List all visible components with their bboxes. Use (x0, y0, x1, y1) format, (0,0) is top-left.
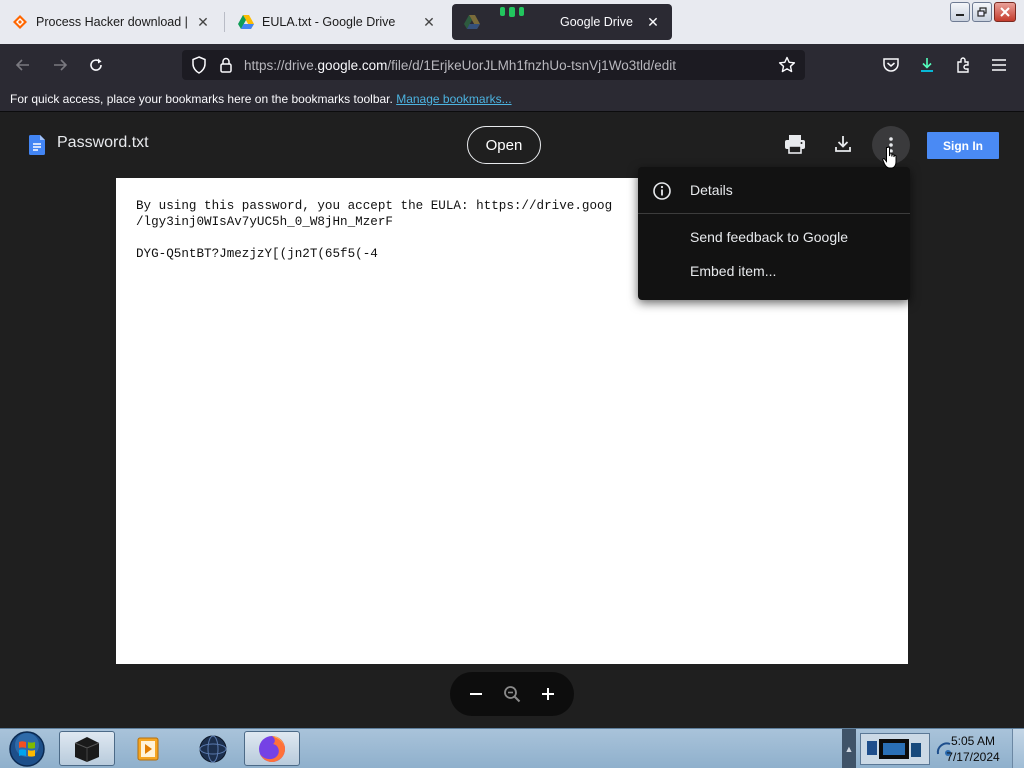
zoom-in-button[interactable] (534, 680, 562, 708)
minus-icon (470, 693, 482, 695)
sign-in-button[interactable]: Sign In (927, 132, 999, 159)
sourceforge-icon (12, 14, 28, 30)
plus-icon (542, 688, 554, 700)
back-arrow-icon (15, 59, 29, 71)
tab-separator (224, 12, 225, 32)
google-drive-icon (238, 14, 254, 30)
media-player-icon (137, 737, 159, 760)
tab-eula[interactable]: EULA.txt - Google Drive ✕ (226, 0, 448, 44)
reload-icon (90, 58, 102, 71)
google-docs-file-icon (29, 135, 45, 155)
extensions-button[interactable] (951, 53, 977, 77)
screen: Process Hacker download | Sou ✕ EULA.txt… (0, 0, 1024, 768)
menu-item-embed[interactable]: Embed item... (638, 254, 910, 288)
url-prefix: https://drive. (244, 57, 318, 73)
menu-item-send-feedback[interactable]: Send feedback to Google (638, 220, 910, 254)
taskbar-app-media-player[interactable] (120, 731, 176, 766)
windows-taskbar: ▲ 5:05 AM 7/17/2024 (0, 728, 1024, 768)
tab-close-icon[interactable]: ✕ (422, 14, 436, 31)
bookmarks-hint-text: For quick access, place your bookmarks h… (10, 92, 393, 106)
restore-button[interactable] (972, 2, 992, 22)
pocket-icon (883, 58, 899, 72)
reload-button[interactable] (83, 53, 109, 77)
hamburger-menu-icon (992, 59, 1006, 71)
puzzle-piece-icon (957, 57, 969, 73)
download-arrow-icon (921, 58, 933, 72)
browser-tab-strip: Process Hacker download | Sou ✕ EULA.txt… (0, 0, 1024, 44)
download-button[interactable] (830, 131, 856, 157)
bookmark-star-icon[interactable] (775, 53, 799, 77)
tab-title: Process Hacker download | Sou (36, 15, 188, 29)
tab-process-hacker[interactable]: Process Hacker download | Sou ✕ (0, 0, 222, 44)
url-domain: google.com (317, 57, 388, 73)
menu-item-label: Embed item... (690, 263, 777, 279)
tab-close-icon[interactable]: ✕ (646, 14, 660, 31)
print-button[interactable] (782, 131, 808, 157)
menu-item-label: Details (690, 182, 733, 198)
hand-pointer-cursor-icon (882, 146, 897, 169)
menu-item-details[interactable]: Details (638, 171, 910, 209)
navigation-toolbar: https://drive.google.com/file/d/1ErjkeUo… (0, 44, 1024, 86)
taskbar-app-globe[interactable] (185, 731, 241, 766)
show-hidden-icons-button[interactable]: ▲ (842, 729, 856, 768)
more-actions-menu: Details Send feedback to Google Embed it… (638, 167, 910, 300)
url-text[interactable]: https://drive.google.com/file/d/1ErjkeUo… (244, 58, 775, 73)
app-menu-button[interactable] (986, 53, 1012, 77)
zoom-out-button[interactable] (462, 680, 490, 708)
clock-time: 5:05 AM (950, 734, 996, 748)
menu-item-label: Send feedback to Google (690, 229, 849, 245)
forward-button[interactable] (47, 53, 73, 77)
windows-start-orb-icon (9, 731, 45, 767)
start-button[interactable] (4, 730, 50, 768)
bookmarks-toolbar: For quick access, place your bookmarks h… (0, 86, 1024, 112)
google-drive-icon (464, 14, 480, 30)
firefox-icon (259, 735, 285, 762)
document-text[interactable]: By using this password, you accept the E… (136, 198, 612, 262)
taskbar-app-terminal[interactable] (59, 731, 115, 766)
show-desktop-button[interactable] (1012, 729, 1024, 768)
zoom-reset-button[interactable] (498, 680, 526, 708)
tab-title: EULA.txt - Google Drive (262, 15, 396, 29)
zoom-controls (450, 672, 574, 716)
tab-google-drive-active[interactable]: Google Drive ✕ (452, 4, 672, 40)
forward-arrow-icon (54, 59, 68, 71)
tab-title: Google Drive (560, 15, 633, 29)
recording-indicator-icon (500, 6, 524, 17)
open-button[interactable]: Open (467, 126, 541, 164)
pocket-button[interactable] (878, 53, 904, 77)
tray-running-app-icon[interactable] (860, 733, 930, 765)
menu-divider (638, 213, 910, 214)
address-bar[interactable]: https://drive.google.com/file/d/1ErjkeUo… (182, 50, 805, 80)
tracking-protection-shield-icon[interactable] (190, 56, 208, 74)
downloads-button[interactable] (914, 53, 940, 77)
globe-app-icon (199, 735, 227, 762)
magnifier-icon (504, 686, 521, 703)
manage-bookmarks-link[interactable]: Manage bookmarks... (396, 92, 511, 106)
info-icon (652, 181, 672, 201)
tab-close-icon[interactable]: ✕ (196, 14, 210, 31)
taskbar-app-firefox[interactable] (244, 731, 300, 766)
file-name: Password.txt (57, 134, 149, 151)
clock-date: 7/17/2024 (946, 750, 1000, 764)
minimize-button[interactable] (950, 2, 970, 22)
lock-icon[interactable] (218, 56, 234, 74)
system-clock[interactable]: 5:05 AM 7/17/2024 (940, 733, 1006, 765)
dark-box-app-icon (74, 736, 100, 762)
back-button[interactable] (10, 53, 36, 77)
window-controls (950, 2, 1016, 22)
printer-icon (785, 135, 805, 154)
download-icon (835, 136, 851, 152)
url-path: /file/d/1ErjkeUorJLMh1fnzhUo-tsnVj1Wo3tl… (387, 57, 676, 73)
close-window-button[interactable] (994, 2, 1016, 22)
